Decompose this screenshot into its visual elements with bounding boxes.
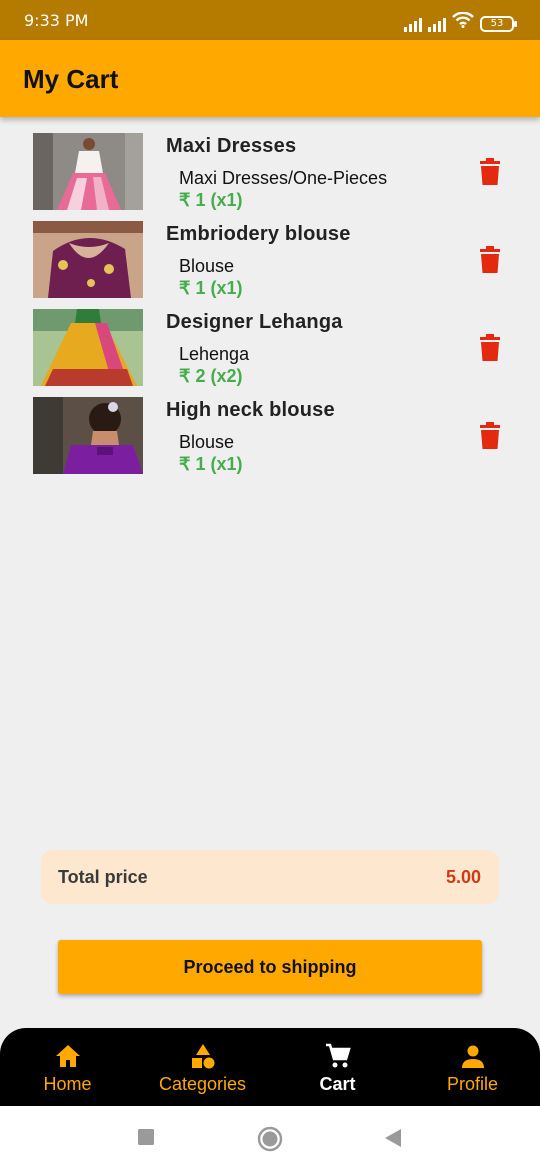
proceed-to-shipping-button[interactable]: Proceed to shipping (58, 940, 482, 994)
app-bar: My Cart (0, 40, 540, 117)
square-icon (138, 1129, 154, 1145)
total-price-label: Total price (58, 867, 148, 887)
system-nav-bar (0, 1106, 540, 1170)
item-category: Lehenga (179, 344, 250, 364)
delete-button[interactable] (478, 334, 502, 362)
item-name: Maxi Dresses (166, 135, 297, 157)
item-price: ₹ 2 (x2) (179, 366, 243, 386)
cart-list: Maxi Dresses Maxi Dresses/One-Pieces ₹ 1… (0, 132, 540, 484)
cart-item[interactable]: Designer Lehanga Lehenga ₹ 2 (x2) (0, 308, 540, 396)
status-icons: 53 (404, 11, 517, 32)
item-name: High neck blouse (166, 399, 335, 421)
page-title: My Cart (23, 64, 119, 94)
trash-icon (480, 422, 500, 449)
trash-icon (480, 246, 500, 273)
home-system-button[interactable] (257, 1126, 283, 1152)
item-name: Designer Lehanga (166, 311, 343, 333)
nav-label: Profile (446, 1074, 499, 1094)
delete-button[interactable] (478, 422, 502, 450)
item-name: Embriodery blouse (166, 223, 351, 245)
status-time: 9:33 PM (24, 11, 89, 30)
signal-icon (404, 16, 422, 32)
item-category: Maxi Dresses/One-Pieces (179, 168, 388, 188)
home-icon (55, 1045, 80, 1067)
battery-icon: 53 (480, 16, 517, 32)
categories-icon (191, 1044, 214, 1069)
cart-icon (325, 1043, 351, 1068)
nav-label: Cart (319, 1074, 356, 1094)
product-image (33, 309, 143, 386)
nav-item-home[interactable]: Home (0, 1028, 135, 1106)
product-image (33, 133, 143, 210)
back-triangle-icon (385, 1129, 401, 1147)
product-image (33, 397, 143, 474)
nav-label: Home (43, 1074, 92, 1094)
product-image (33, 221, 143, 298)
total-price-value: 5.00 (445, 867, 481, 887)
wifi-icon (452, 11, 474, 32)
bottom-nav: Home Categories Cart Profile (0, 1028, 540, 1106)
total-price-box: Total price 5.00 (41, 850, 499, 904)
nav-label: Categories (158, 1074, 247, 1094)
nav-item-categories[interactable]: Categories (135, 1028, 270, 1106)
delete-button[interactable] (478, 158, 502, 186)
profile-icon (461, 1045, 484, 1068)
item-category: Blouse (179, 432, 235, 452)
nav-item-profile[interactable]: Profile (405, 1028, 540, 1106)
cart-item[interactable]: Maxi Dresses Maxi Dresses/One-Pieces ₹ 1… (0, 132, 540, 220)
nav-item-cart[interactable]: Cart (270, 1028, 405, 1106)
item-price: ₹ 1 (x1) (179, 454, 243, 474)
trash-icon (480, 158, 500, 185)
trash-icon (480, 334, 500, 361)
back-button[interactable] (381, 1126, 405, 1150)
recents-button[interactable] (135, 1126, 159, 1150)
cart-item[interactable]: Embriodery blouse Blouse ₹ 1 (x1) (0, 220, 540, 308)
item-price: ₹ 1 (x1) (179, 278, 243, 298)
signal-icon-2 (428, 16, 446, 32)
cart-item[interactable]: High neck blouse Blouse ₹ 1 (x1) (0, 396, 540, 484)
item-category: Blouse (179, 256, 235, 276)
delete-button[interactable] (478, 246, 502, 274)
circle-icon (257, 1126, 283, 1152)
item-price: ₹ 1 (x1) (179, 190, 243, 210)
status-bar: 9:33 PM 53 (0, 0, 540, 40)
